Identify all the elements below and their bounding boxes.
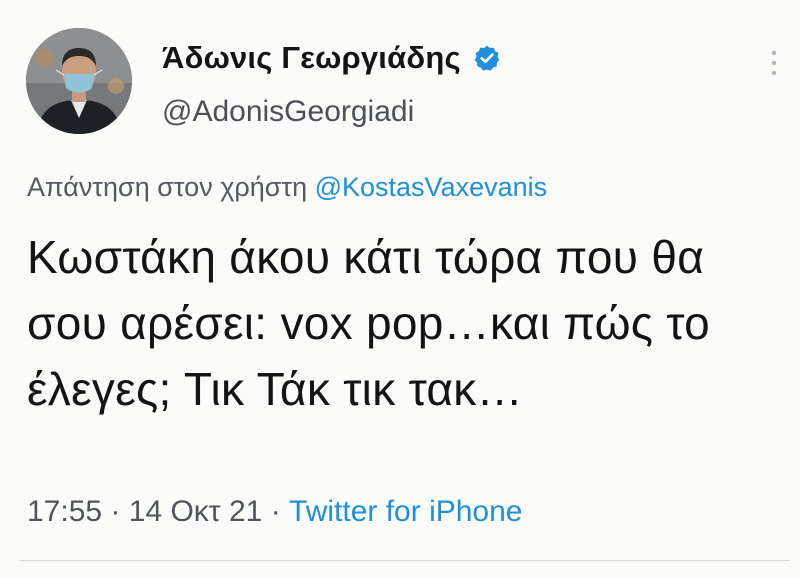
more-options-icon[interactable] (766, 48, 782, 78)
tweet-meta: 17:55 · 14 Οκτ 21 · Twitter for iPhone (27, 495, 522, 529)
tweet-source-link[interactable]: Twitter for iPhone (289, 495, 522, 528)
author-handle[interactable]: @AdonisGeorgiadi (162, 95, 414, 129)
reply-context: Απάντηση στον χρήστη @KostasVaxevanis (27, 172, 547, 203)
avatar-photo-icon (26, 28, 132, 134)
verified-badge-icon (473, 44, 501, 72)
avatar[interactable] (26, 28, 132, 134)
meta-separator: · (110, 495, 121, 528)
reply-prefix: Απάντηση στον χρήστη (27, 172, 308, 202)
author-name-row[interactable]: Άδωνις Γεωργιάδης (162, 40, 501, 76)
tweet-date[interactable]: 14 Οκτ 21 (129, 495, 263, 528)
tweet-card: Άδωνις Γεωργιάδης @AdonisGeorgiadi Απάντ… (0, 0, 800, 578)
divider (20, 560, 790, 561)
meta-separator: · (270, 495, 281, 528)
tweet-time[interactable]: 17:55 (27, 495, 102, 528)
reply-mention-link[interactable]: @KostasVaxevanis (315, 172, 548, 202)
author-display-name[interactable]: Άδωνις Γεωργιάδης (162, 40, 461, 76)
tweet-text: Κωστάκη άκου κάτι τώρα που θα σου αρέσει… (27, 231, 711, 415)
